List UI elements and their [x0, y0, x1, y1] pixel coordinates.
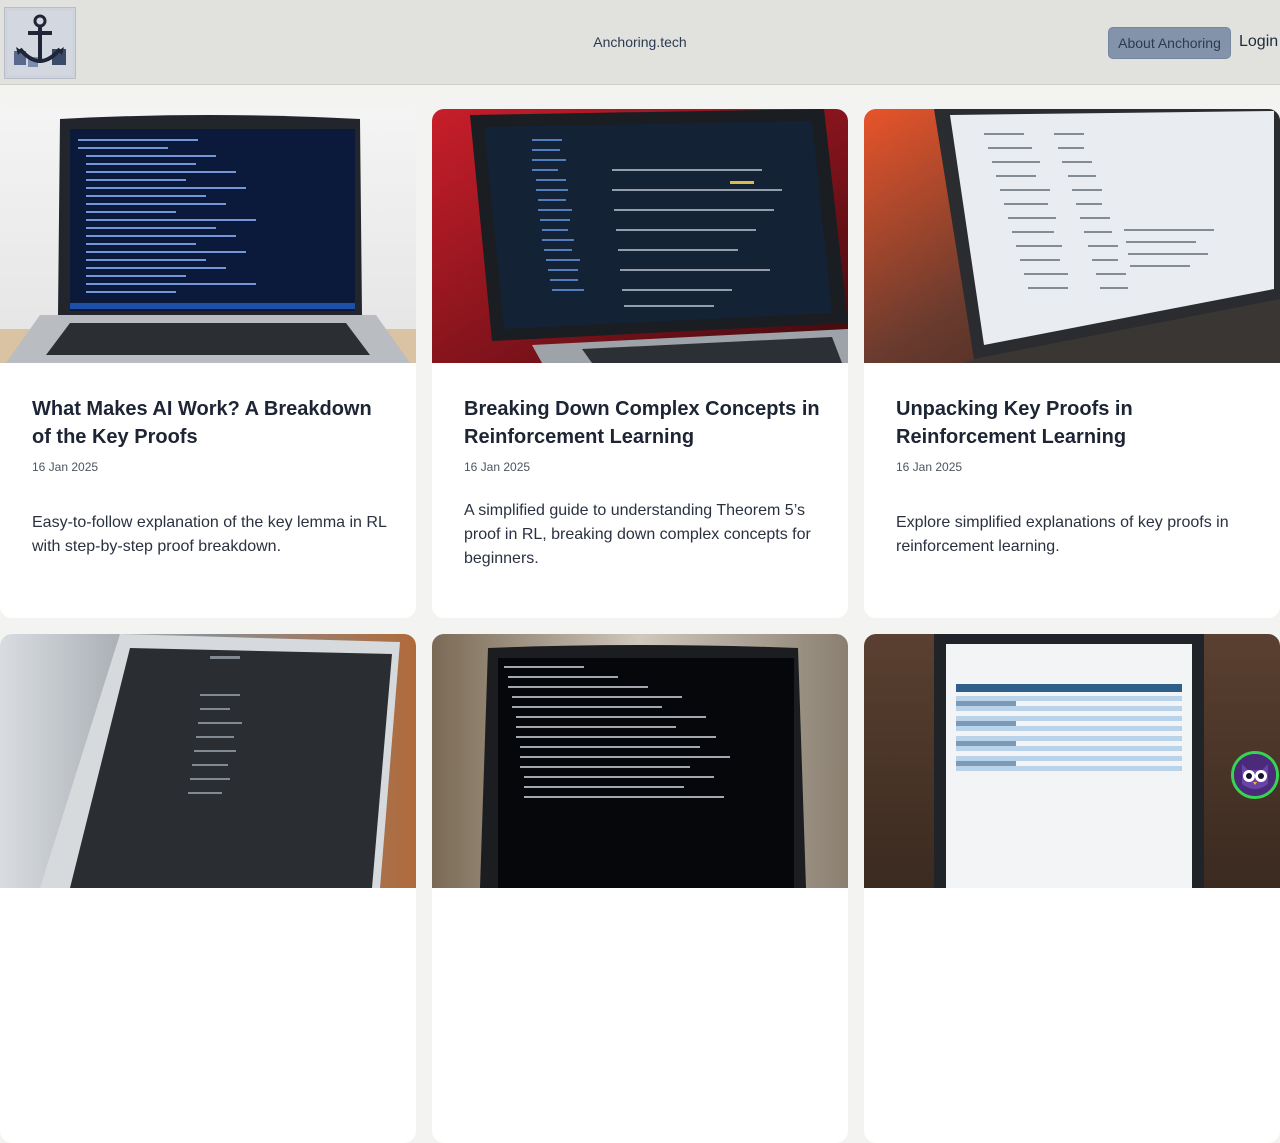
post-title[interactable]: Breaking Down Complex Concepts in Reinfo… [464, 395, 824, 451]
laptop-spreadsheet-warm-photo [864, 109, 1280, 363]
post-card[interactable]: Breaking Down Complex Concepts in Reinfo… [432, 109, 848, 618]
laptop-code-dark-photo [0, 109, 416, 363]
site-title-link[interactable]: Anchoring.tech [0, 34, 1280, 50]
post-date: 16 Jan 2025 [32, 460, 99, 474]
owl-avatar-icon[interactable] [1231, 751, 1279, 799]
post-description: Explore simplified explanations of key p… [896, 514, 1229, 555]
post-date: 16 Jan 2025 [464, 460, 531, 474]
post-card[interactable]: What Makes AI Work? A Breakdown of the K… [0, 109, 416, 618]
site-header: Anchoring.tech About Anchoring Login [0, 0, 1280, 85]
login-link[interactable]: Login [1239, 33, 1278, 51]
post-description: A simplified guide to understanding Theo… [464, 502, 811, 567]
post-card[interactable] [864, 634, 1280, 1143]
about-anchoring-button[interactable]: About Anchoring [1108, 27, 1231, 59]
laptop-code-red-photo [432, 109, 848, 363]
post-card[interactable] [0, 634, 416, 1143]
post-date: 16 Jan 2025 [896, 460, 963, 474]
laptop-terminal-photo [432, 634, 848, 888]
post-title[interactable]: What Makes AI Work? A Breakdown of the K… [32, 395, 392, 451]
post-card[interactable]: Unpacking Key Proofs in Reinforcement Le… [864, 109, 1280, 618]
laptop-light-doc-photo [0, 634, 416, 888]
post-description: Easy-to-follow explanation of the key le… [32, 514, 387, 555]
laptop-table-photo [864, 634, 1280, 888]
post-card[interactable] [432, 634, 848, 1143]
post-title[interactable]: Unpacking Key Proofs in Reinforcement Le… [896, 395, 1256, 451]
